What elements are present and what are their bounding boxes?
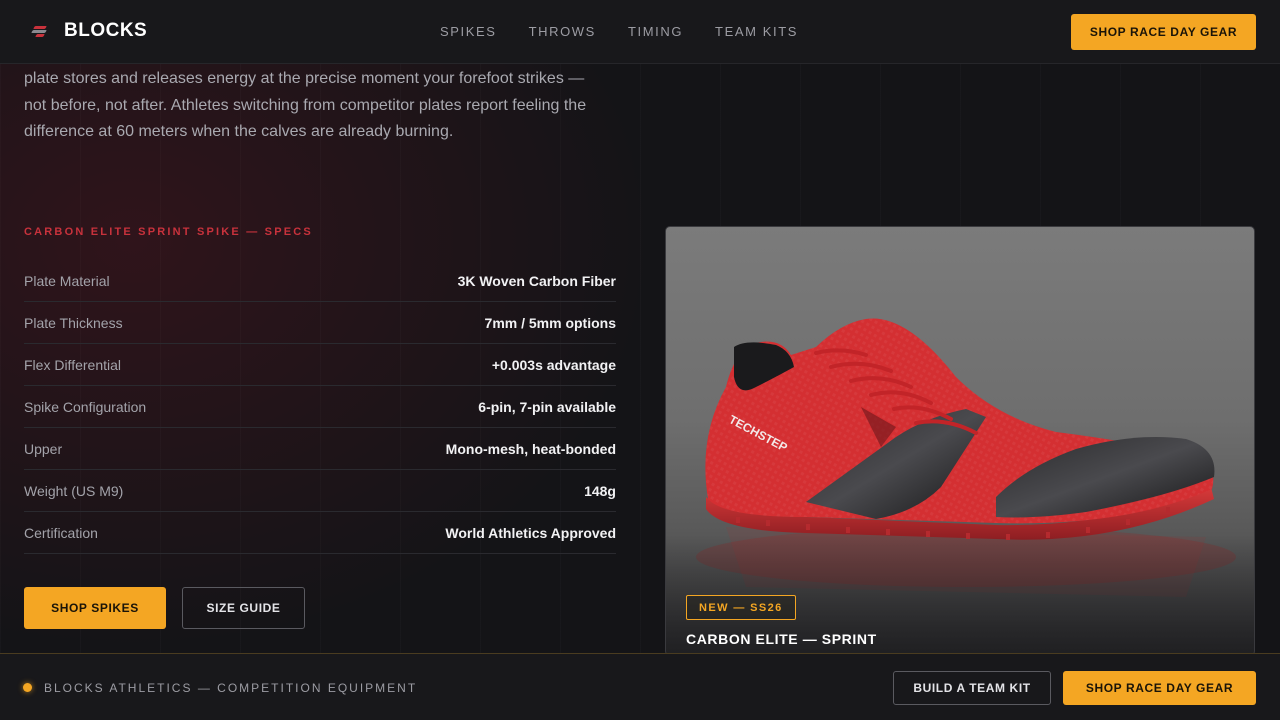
product-card[interactable]: TECHSTEP NEW — SS26 CARBON ELITE — SPRIN… xyxy=(665,226,1255,656)
footer-shop-button[interactable]: SHOP RACE DAY GEAR xyxy=(1063,671,1256,705)
specs-table: Plate Material 3K Woven Carbon Fiber Pla… xyxy=(24,260,616,554)
spec-label: Plate Thickness xyxy=(24,314,123,331)
spec-label: Upper xyxy=(24,440,63,457)
intro-paragraph: plate stores and releases energy at the … xyxy=(24,70,587,140)
spec-value: 6-pin, 7-pin available xyxy=(478,398,616,415)
speed-slash-icon xyxy=(30,20,50,42)
spec-value: World Athletics Approved xyxy=(445,524,616,541)
specs-heading: CARBON ELITE SPRINT SPIKE — SPECS xyxy=(24,226,313,238)
spec-value: 7mm / 5mm options xyxy=(484,314,616,331)
nav-link-spikes[interactable]: SPIKES xyxy=(440,24,497,39)
site-header: BLOCKS SPIKES THROWS TIMING TEAM KITS SH… xyxy=(0,0,1280,64)
spec-row: Weight (US M9) 148g xyxy=(24,470,616,512)
product-title: CARBON ELITE — SPRINT xyxy=(686,631,877,647)
spec-row: Certification World Athletics Approved xyxy=(24,512,616,554)
spec-row: Plate Material 3K Woven Carbon Fiber xyxy=(24,260,616,302)
spec-row: Flex Differential +0.003s advantage xyxy=(24,344,616,386)
spec-label: Flex Differential xyxy=(24,356,122,373)
nav-link-team-kits[interactable]: TEAM KITS xyxy=(715,24,798,39)
main-nav: SPIKES THROWS TIMING TEAM KITS xyxy=(440,24,798,39)
spec-label: Spike Configuration xyxy=(24,398,147,415)
nav-link-throws[interactable]: THROWS xyxy=(529,24,596,39)
spec-row: Upper Mono-mesh, heat-bonded xyxy=(24,428,616,470)
new-badge: NEW — SS26 xyxy=(686,595,796,620)
sticky-footer-bar: BLOCKS ATHLETICS — COMPETITION EQUIPMENT… xyxy=(0,653,1280,720)
spec-row: Spike Configuration 6-pin, 7-pin availab… xyxy=(24,386,616,428)
shop-spikes-button[interactable]: SHOP SPIKES xyxy=(24,587,166,629)
spec-value: +0.003s advantage xyxy=(491,356,616,373)
spec-label: Weight (US M9) xyxy=(24,482,124,499)
status-dot-icon xyxy=(23,683,32,692)
nav-link-timing[interactable]: TIMING xyxy=(628,24,683,39)
spec-label: Plate Material xyxy=(24,272,110,289)
build-team-kit-button[interactable]: BUILD A TEAM KIT xyxy=(893,671,1051,705)
spec-value: 148g xyxy=(584,482,616,499)
spec-value: 3K Woven Carbon Fiber xyxy=(457,272,616,289)
brand-logo[interactable]: BLOCKS xyxy=(30,20,147,42)
brand-name: BLOCKS xyxy=(64,20,148,41)
header-shop-button[interactable]: SHOP RACE DAY GEAR xyxy=(1071,14,1256,50)
size-guide-button[interactable]: SIZE GUIDE xyxy=(182,587,305,629)
footer-label: BLOCKS ATHLETICS — COMPETITION EQUIPMENT xyxy=(44,681,418,695)
spec-label: Certification xyxy=(24,524,98,541)
spec-value: Mono-mesh, heat-bonded xyxy=(445,440,616,457)
spec-row: Plate Thickness 7mm / 5mm options xyxy=(24,302,616,344)
